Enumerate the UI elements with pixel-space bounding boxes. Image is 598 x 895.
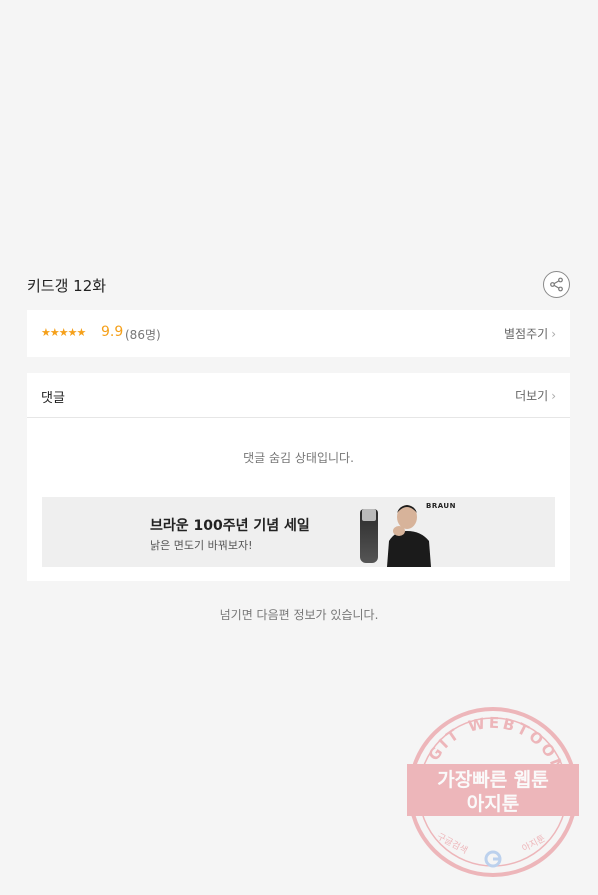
episode-title: 키드갱 12화 (27, 277, 107, 295)
rating-count: (86명) (125, 328, 161, 342)
comments-hidden-message: 댓글 숨김 상태입니다. (243, 451, 354, 465)
episode-header: 키드갱 12화 (27, 271, 570, 299)
rating-stars: ★★★★★ (41, 326, 86, 339)
ad-title: 브라운 100주년 기념 세일 (150, 518, 310, 534)
shaver-image (360, 509, 378, 563)
model-image (387, 505, 431, 567)
svg-text:아지툰: 아지툰 (520, 833, 547, 854)
comment-more-label: 더보기 (515, 389, 549, 403)
next-episode-info: 넘기면 다음편 정보가 있습니다. (219, 608, 379, 622)
svg-text:가장빠른 웹툰: 가장빠른 웹툰 (437, 769, 549, 791)
comment-title: 댓글 (41, 391, 65, 406)
comment-card: 댓글 더보기 › 댓글 숨김 상태입니다. 브라운 100주년 기념 세일 낡은 … (27, 373, 570, 581)
share-button[interactable] (543, 271, 570, 298)
chevron-right-icon: › (551, 327, 556, 341)
ad-brand-logo: BRAUN (426, 502, 456, 510)
share-icon (550, 277, 563, 292)
google-g-icon (484, 850, 502, 868)
chevron-right-icon: › (551, 389, 556, 403)
rate-button[interactable]: 별점주기 › (504, 325, 556, 342)
rating-card: ★★★★★ 9.9 (86명) 별점주기 › (27, 310, 570, 357)
ad-subtitle: 낡은 면도기 바꿔보자! (150, 539, 253, 552)
comment-header: 댓글 더보기 › (27, 373, 570, 418)
ad-banner[interactable]: 브라운 100주년 기념 세일 낡은 면도기 바꿔보자! BRAUN (42, 497, 555, 567)
rating-score: 9.9 (101, 324, 124, 340)
svg-text:아지툰: 아지툰 (467, 793, 519, 815)
agit-webtoon-watermark: AGIT WEBTOON 가장빠른 웹툰 아지툰 구글검색 아지툰 (407, 706, 579, 878)
comment-more-button[interactable]: 더보기 › (515, 387, 556, 404)
rate-button-label: 별점주기 (504, 327, 549, 341)
svg-text:구글검색: 구글검색 (435, 830, 470, 856)
